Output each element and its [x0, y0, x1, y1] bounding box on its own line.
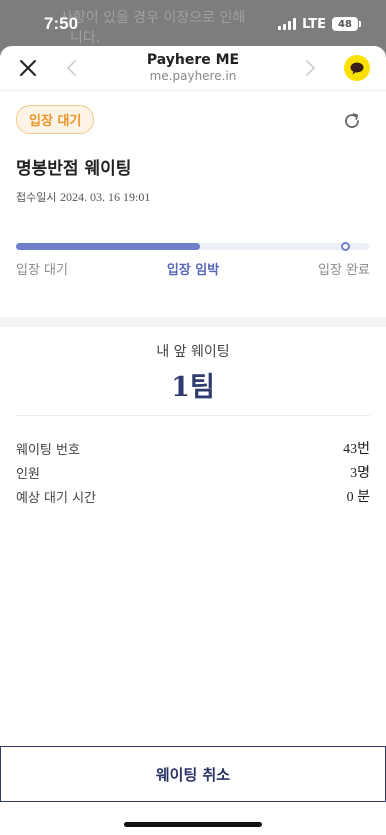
store-name: 명봉반점 웨이팅 [16, 159, 132, 179]
signal-icon [278, 18, 297, 30]
chat-bubble-icon [350, 62, 364, 74]
info-row-party-size: 인원 3명 [16, 460, 370, 484]
info-value: 0 분 [346, 490, 370, 505]
status-indicators: LTE 48 [278, 16, 361, 32]
queue-ahead-label: 내 앞 웨이팅 [156, 344, 230, 360]
network-label: LTE [302, 16, 326, 32]
battery-icon: 48 [332, 17, 361, 31]
progress-steps: 입장 대기 입장 임박 입장 완료 [16, 259, 370, 278]
cancel-waiting-button[interactable]: 웨이팅 취소 [0, 746, 386, 802]
section-divider [0, 317, 386, 327]
browser-nav-bar: Payhere ME me.payhere.in [0, 46, 386, 91]
progress-bar [16, 241, 370, 251]
status-bar: 7:50 LTE 48 [0, 0, 386, 48]
waiting-info-list: 웨이팅 번호 43번 인원 3명 예상 대기 시간 0 분 [16, 436, 370, 508]
info-value: 3명 [350, 466, 370, 481]
forward-arrow-icon[interactable] [302, 59, 318, 77]
page-url: me.payhere.in [149, 69, 237, 83]
waiting-status-section: 입장 대기 명봉반점 웨이팅 접수일시 2024. 03. 16 19:01 입… [0, 91, 386, 278]
info-label: 인원 [16, 466, 40, 482]
refresh-icon[interactable] [342, 111, 362, 131]
info-label: 웨이팅 번호 [16, 442, 80, 458]
status-badge: 입장 대기 [16, 105, 95, 134]
received-time: 접수일시 2024. 03. 16 19:01 [16, 189, 370, 205]
page-title: Payhere ME [146, 52, 240, 68]
info-label: 예상 대기 시간 [16, 490, 97, 506]
divider-line [16, 415, 370, 416]
info-value: 43번 [343, 442, 370, 457]
received-label: 접수일시 [16, 191, 57, 204]
info-row-wait-time: 예상 대기 시간 0 분 [16, 484, 370, 508]
status-time: 7:50 [44, 14, 79, 33]
step-imminent: 입장 임박 [166, 263, 220, 278]
received-date: 2024. 03. 16 19:01 [59, 190, 151, 204]
home-indicator [124, 822, 262, 827]
progress-end-dot [341, 242, 350, 251]
step-complete: 입장 완료 [318, 263, 370, 278]
kakaotalk-chat-icon[interactable] [344, 55, 370, 81]
info-row-number: 웨이팅 번호 43번 [16, 436, 370, 460]
web-sheet: Payhere ME me.payhere.in 입장 대기 명봉반점 웨이팅 … [0, 46, 386, 835]
progress-fill [16, 243, 201, 250]
queue-ahead-count: 1팀 [171, 372, 215, 403]
nav-title-group: Payhere ME me.payhere.in [0, 52, 386, 84]
battery-level: 48 [338, 18, 352, 30]
step-waiting: 입장 대기 [16, 263, 68, 278]
queue-ahead-section: 내 앞 웨이팅 1팀 [0, 341, 386, 404]
